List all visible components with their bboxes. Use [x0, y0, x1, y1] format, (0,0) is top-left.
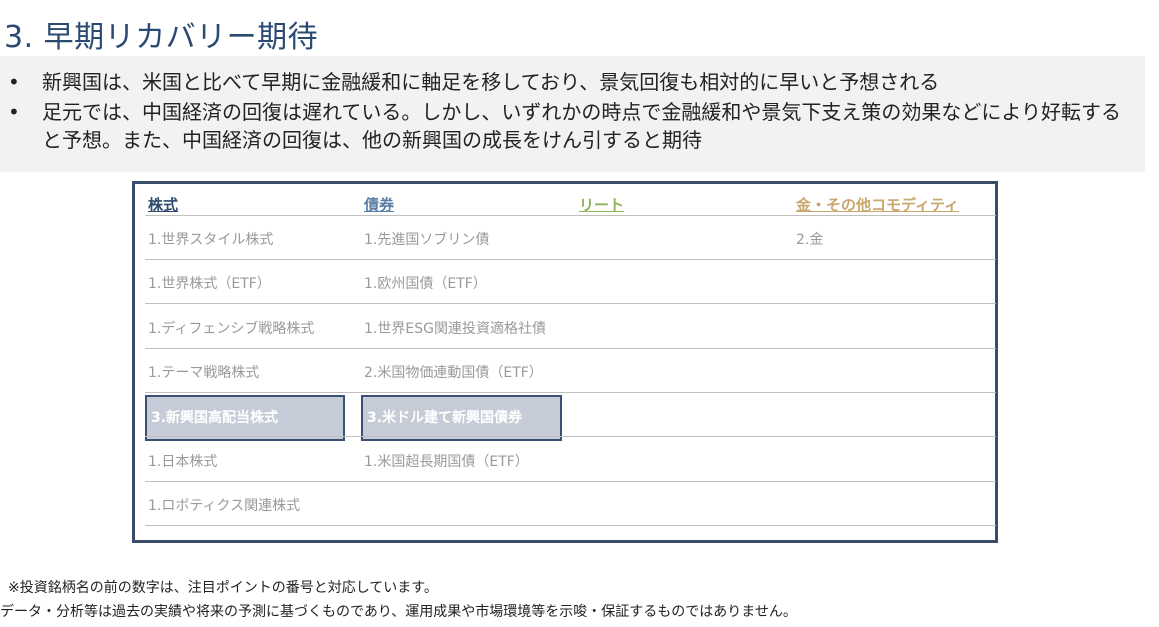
header-reit[interactable]: リート — [579, 194, 624, 215]
table-cell: 1.世界スタイル株式 — [148, 232, 274, 248]
row-divider — [145, 303, 996, 305]
page-title: 3. 早期リカバリー期待 — [4, 20, 319, 55]
row-divider — [145, 259, 996, 260]
row-divider — [145, 524, 996, 526]
table-cell: 1.ロボティクス関連株式 — [148, 497, 301, 514]
highlighted-cell[interactable]: 3.新興国高配当株式 — [145, 395, 345, 442]
header-equity[interactable]: 株式 — [148, 194, 178, 215]
bullet-marker: • — [8, 70, 20, 94]
bullet-text: 足元では、中国経済の回復は遅れている。しかし、いずれかの時点で金融緩和や景気下支… — [42, 100, 1121, 152]
row-divider — [145, 480, 996, 482]
table-cell: 2.金 — [796, 232, 824, 248]
highlighted-cell[interactable]: 3.米ドル建て新興国債券 — [361, 395, 562, 442]
table-cell: 1.欧州国債（ETF） — [364, 276, 487, 293]
asset-class-table: 株式 債券 リート 金・その他コモディティ 1.世界スタイル株式 1.先進国ソブリ… — [132, 181, 998, 543]
footnote-numbering: ※投資銘柄名の前の数字は、注目ポイントの番号と対応しています。 — [8, 580, 438, 596]
header-bonds[interactable]: 債券 — [364, 194, 394, 215]
table-cell: 1.世界株式（ETF） — [148, 276, 271, 293]
table-cell: 1.世界ESG関連投資適格社債 — [364, 320, 546, 337]
table-cell: 2.米国物価連動国債（ETF） — [364, 364, 543, 381]
table-cell: 1.米国超長期国債（ETF） — [364, 453, 529, 470]
row-divider — [145, 215, 996, 216]
footnote-disclaimer: データ・分析等は過去の実績や将来の予測に基づくものであり、運用成果や市場環境等を… — [0, 604, 797, 620]
row-divider — [145, 391, 996, 393]
bullet-box: • 新興国は、米国と比べて早期に金融緩和に軸足を移しており、景気回復も相対的に早… — [0, 56, 1145, 172]
bullet-marker: • — [8, 100, 20, 124]
table-cell: 1.ディフェンシブ戦略株式 — [148, 320, 315, 337]
table-cell: 1.日本株式 — [148, 453, 218, 470]
table-cell: 1.テーマ戦略株式 — [148, 364, 260, 381]
row-divider — [145, 347, 996, 349]
bullet-text: 新興国は、米国と比べて早期に金融緩和に軸足を移しており、景気回復も相対的に早いと… — [42, 70, 940, 94]
table-cell: 1.先進国ソブリン債 — [364, 232, 490, 248]
header-commodities[interactable]: 金・その他コモディティ — [796, 194, 959, 215]
row-divider — [145, 436, 996, 438]
